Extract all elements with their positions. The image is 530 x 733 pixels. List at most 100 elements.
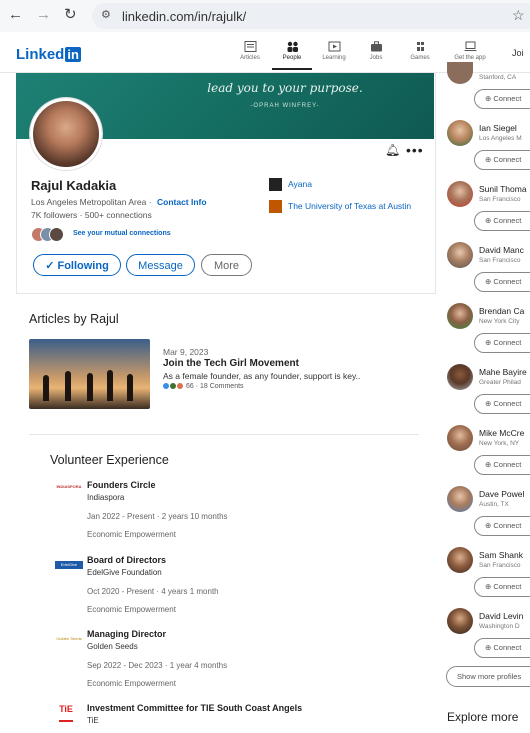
volunteer-role: Board of Directors	[87, 555, 167, 565]
nav-get-app[interactable]: Get the app	[450, 41, 490, 61]
person-avatar[interactable]	[447, 547, 473, 573]
url-text: linkedin.com/in/rajulk/	[122, 9, 247, 24]
location-separator: ·	[148, 197, 152, 207]
nav-people-label: People	[282, 55, 302, 61]
article-headline[interactable]: Join the Tech Girl Movement	[163, 358, 299, 369]
person-location: Austin, TX	[479, 501, 509, 508]
games-icon	[416, 42, 424, 51]
volunteer-org: Golden Seeds	[87, 642, 138, 651]
address-bar[interactable]: ⚙ linkedin.com/in/rajulk/ ☆	[92, 3, 530, 29]
edelgive-logo: EdelGive	[55, 561, 83, 569]
nav-get-app-label: Get the app	[454, 55, 486, 61]
volunteer-org: EdelGive Foundation	[87, 568, 162, 577]
connect-label: Connect	[493, 521, 522, 530]
nav-jobs[interactable]: Jobs	[356, 41, 396, 61]
nav-learning-label: Learning	[322, 55, 346, 61]
person-avatar[interactable]	[447, 120, 473, 146]
volunteer-cause: Economic Empowerment	[87, 679, 176, 688]
celebrate-reaction-icon	[170, 383, 176, 390]
person-avatar[interactable]	[447, 608, 473, 634]
person-name[interactable]: Dave Powel	[479, 489, 524, 499]
connect-button[interactable]: ⊕ Connect	[474, 211, 530, 231]
reload-icon[interactable]: ↻	[64, 6, 77, 24]
connect-button[interactable]: ⊕ Connect	[474, 150, 530, 170]
join-now-button[interactable]: Joi	[512, 48, 524, 58]
person-location: New York City	[479, 318, 520, 325]
bookmark-star-icon[interactable]: ☆	[512, 7, 525, 24]
experience-ayana[interactable]: Ayana	[269, 178, 312, 191]
site-settings-icon[interactable]: ⚙	[101, 8, 111, 21]
person-name[interactable]: David Levin	[479, 611, 523, 621]
mutual-connections-avatars[interactable]	[31, 227, 71, 242]
notification-bell-icon[interactable]: 🔔︎	[385, 143, 400, 157]
education-ut-austin[interactable]: The University of Texas at Austin	[269, 200, 411, 213]
golden-seeds-logo: Golden Seeds	[56, 636, 82, 641]
nav-articles[interactable]: Articles	[230, 41, 270, 61]
volunteer-role: Investment Committee for TIE South Coast…	[87, 703, 303, 713]
reaction-count: 66 · 18 Comments	[185, 383, 244, 390]
nav-learning[interactable]: Learning	[314, 41, 354, 61]
nav-games-label: Games	[410, 55, 430, 61]
forward-icon[interactable]: →	[36, 6, 51, 24]
explore-more-heading: Explore more	[447, 710, 519, 724]
show-more-profiles-button[interactable]: Show more profiles	[446, 666, 530, 687]
connect-button[interactable]: ⊕ Connect	[474, 394, 530, 414]
articles-icon	[244, 41, 256, 52]
volunteer-cause: Economic Empowerment	[87, 605, 176, 614]
person-avatar[interactable]	[447, 242, 473, 268]
nav-games[interactable]: Games	[400, 41, 440, 61]
linkedin-logo[interactable]: Linked in	[16, 46, 81, 63]
article-thumbnail[interactable]	[29, 339, 150, 409]
banner-quote: lead you to your purpose.	[207, 81, 363, 95]
person-name[interactable]: David Manc	[479, 245, 524, 255]
volunteer-org: TiE	[87, 716, 99, 725]
person-location: San Francisco	[479, 257, 521, 264]
person-avatar[interactable]	[447, 364, 473, 390]
person-name[interactable]: Brendan Ca	[479, 306, 524, 316]
person-name[interactable]: Mike McCre	[479, 428, 524, 438]
connect-button[interactable]: ⊕ Connect	[474, 516, 530, 536]
article-reactions[interactable]: 66 · 18 Comments	[163, 383, 244, 390]
person-card: Dave Powel Austin, TX ⊕ Connect	[447, 486, 530, 547]
person-avatar[interactable]	[447, 425, 473, 451]
contact-info-link[interactable]: Contact Info	[157, 197, 207, 207]
person-name[interactable]: Sam Shank	[479, 550, 523, 560]
person-card: Brendan Ca New York City ⊕ Connect	[447, 303, 530, 364]
learning-icon	[328, 41, 340, 52]
person-avatar[interactable]	[447, 303, 473, 329]
person-card: Ian Siegel Los Angeles M ⊕ Connect	[447, 120, 530, 181]
location-text: Los Angeles Metropolitan Area	[31, 197, 147, 207]
more-button[interactable]: More	[201, 254, 252, 276]
back-icon[interactable]: ←	[8, 6, 23, 24]
ayana-logo	[269, 178, 282, 191]
connect-label: Connect	[493, 216, 522, 225]
love-reaction-icon	[177, 383, 183, 390]
nav-people[interactable]: People	[272, 41, 312, 70]
section-divider	[29, 434, 419, 435]
connect-button[interactable]: ⊕ Connect	[474, 638, 530, 658]
message-button[interactable]: Message	[126, 254, 195, 276]
volunteer-dates: Jan 2022 - Present · 2 years 10 months	[87, 512, 228, 521]
person-avatar[interactable]	[447, 181, 473, 207]
person-name[interactable]: Ian Siegel	[479, 123, 517, 133]
mutual-connections-link[interactable]: See your mutual connections	[73, 230, 171, 237]
profile-location: Los Angeles Metropolitan Area ·	[31, 197, 152, 207]
profile-avatar[interactable]	[30, 98, 102, 170]
tie-logo: TiE	[59, 704, 73, 722]
connect-button[interactable]: ⊕ Connect	[474, 577, 530, 597]
person-name[interactable]: Mahe Bayire	[479, 367, 527, 377]
more-options-icon[interactable]: •••	[406, 142, 424, 158]
silhouette	[107, 370, 113, 401]
following-button[interactable]: ✓ Following	[33, 254, 121, 276]
person-location: New York, NY	[479, 440, 520, 447]
connect-label: Connect	[493, 460, 522, 469]
experience-ayana-label: Ayana	[288, 178, 312, 189]
connect-label: Connect	[493, 277, 522, 286]
volunteer-section-title: Volunteer Experience	[50, 453, 169, 467]
connect-button[interactable]: ⊕ Connect	[474, 272, 530, 292]
volunteer-dates: Oct 2020 - Present · 4 years 1 month	[87, 587, 219, 596]
person-avatar[interactable]	[447, 486, 473, 512]
person-name[interactable]: Sunil Thoma	[479, 184, 527, 194]
connect-button[interactable]: ⊕ Connect	[474, 455, 530, 475]
connect-button[interactable]: ⊕ Connect	[474, 333, 530, 353]
